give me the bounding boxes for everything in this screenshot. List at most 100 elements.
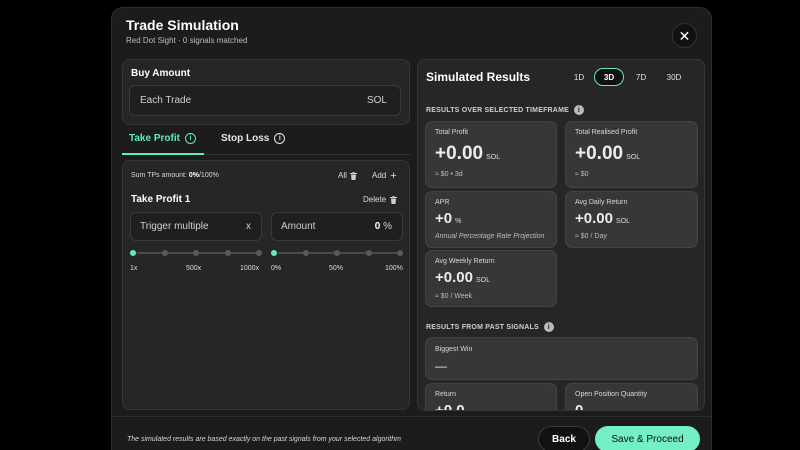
return-amount: +0.0	[435, 402, 465, 411]
avg-daily-sub: ≈ $0 / Day	[575, 233, 607, 240]
apr-tile: APR +0% Annual Percentage Rate Projectio…	[425, 191, 557, 248]
apr-unit: %	[455, 218, 462, 225]
timeframe-7d[interactable]: 7D	[626, 68, 656, 86]
total-realised-profit-tile: Total Realised Profit +0.00 SOL ≈ $0	[565, 121, 698, 188]
active-tab-indicator	[122, 153, 204, 155]
section-past-signals-label: RESULTS FROM PAST SIGNALS	[426, 323, 539, 331]
trigger-multiple-suffix: x	[246, 221, 251, 232]
avg-daily-amount: +0.00	[575, 210, 613, 227]
total-profit-amount: +0.00	[435, 143, 484, 164]
apr-label: APR	[435, 199, 450, 206]
tab-stop-loss-label: Stop Loss	[221, 133, 270, 144]
take-profit-1-title: Take Profit 1	[131, 194, 191, 205]
biggest-win-label: Biggest Win	[435, 346, 473, 353]
tab-stop-loss[interactable]: Stop Loss i	[221, 133, 286, 144]
slider-step	[397, 250, 403, 256]
avg-daily-value: +0.00 SOL	[575, 210, 630, 227]
amount-input[interactable]: Amount 0 %	[271, 212, 403, 241]
tab-take-profit-label: Take Profit	[129, 133, 180, 144]
apr-value: +0%	[435, 210, 461, 227]
return-unit: %	[468, 410, 474, 411]
avg-weekly-sub: ≈ $0 / Week	[435, 293, 473, 300]
total-realised-value: +0.00 SOL	[575, 143, 640, 165]
trigger-slider-label-mid: 500x	[186, 265, 202, 272]
add-label: Add	[372, 171, 387, 180]
info-icon[interactable]: i	[573, 105, 584, 115]
delete-all-button[interactable]: All	[338, 171, 357, 180]
total-realised-label: Total Realised Profit	[575, 129, 638, 136]
trigger-slider-label-min: 1x	[130, 265, 138, 272]
section-past-signals: RESULTS FROM PAST SIGNALS i	[426, 322, 554, 332]
trigger-multiple-placeholder: Trigger multiple	[140, 221, 209, 232]
amount-slider-label-min: 0%	[271, 265, 282, 272]
total-profit-value: +0.00 SOL	[435, 143, 500, 165]
back-button[interactable]: Back	[538, 426, 590, 450]
slider-step	[302, 250, 309, 256]
buy-amount-card: Buy Amount Each Trade SOL	[122, 59, 410, 125]
sum-tps-value: 0%	[188, 172, 199, 179]
biggest-win-tile: Biggest Win —	[425, 337, 698, 380]
return-value: +0.0%	[435, 402, 474, 411]
avg-weekly-label: Avg Weekly Return	[435, 258, 495, 265]
apr-amount: +0	[435, 210, 453, 227]
buy-amount-title: Buy Amount	[131, 68, 191, 79]
avg-weekly-return-tile: Avg Weekly Return +0.00 SOL ≈ $0 / Week	[425, 250, 557, 307]
avg-weekly-amount: +0.00	[435, 269, 473, 286]
add-take-profit-button[interactable]: Add +	[372, 170, 397, 181]
amount-placeholder: Amount	[281, 221, 316, 232]
info-icon[interactable]: i	[274, 133, 286, 144]
amount-suffix: %	[383, 221, 392, 232]
timeframe-30d[interactable]: 30D	[659, 68, 689, 86]
buy-amount-placeholder: Each Trade	[140, 95, 192, 106]
slider-handle[interactable]	[270, 249, 278, 257]
amount-slider-label-mid: 50%	[329, 265, 344, 272]
avg-weekly-value: +0.00 SOL	[435, 269, 490, 286]
tab-take-profit[interactable]: Take Profit i	[129, 133, 196, 144]
timeframe-1d[interactable]: 1D	[564, 68, 594, 86]
footer-divider	[112, 416, 711, 417]
timeframe-3d[interactable]: 3D	[594, 68, 624, 86]
avg-weekly-unit: SOL	[475, 277, 490, 284]
sum-tps-label: Sum TPs amount:	[131, 172, 187, 179]
close-icon: ✕	[678, 27, 691, 44]
sum-tps-amount: Sum TPs amount: 0%/100%	[131, 172, 219, 179]
all-label: All	[338, 171, 347, 180]
trade-simulation-modal: Trade Simulation Red Dot Sight · 0 signa…	[111, 7, 712, 450]
info-icon[interactable]: i	[184, 133, 196, 144]
amount-value: 0	[374, 221, 381, 232]
trigger-multiple-input[interactable]: Trigger multiple x	[130, 212, 262, 241]
open-position-tile: Open Position Quantity 0	[565, 383, 698, 410]
simulated-results-panel: Simulated Results 1D 3D 7D 30D RESULTS O…	[417, 59, 705, 411]
modal-title: Trade Simulation	[126, 17, 239, 33]
slider-step	[193, 250, 199, 256]
delete-take-profit-button[interactable]: Delete	[363, 195, 398, 204]
amount-slider[interactable]	[270, 248, 403, 260]
total-realised-unit: SOL	[626, 154, 641, 161]
take-profit-card: Sum TPs amount: 0%/100% All Add + Take P…	[122, 160, 410, 410]
section-timeframe-results: RESULTS OVER SELECTED TIMEFRAME i	[426, 105, 584, 115]
footer-note: The simulated results are based exactly …	[127, 436, 401, 443]
simulated-results-title: Simulated Results	[426, 70, 531, 84]
total-profit-sub: ≈ $0 • 3d	[435, 171, 463, 178]
save-and-proceed-button[interactable]: Save & Proceed	[595, 426, 700, 450]
biggest-win-value: —	[435, 359, 447, 373]
total-profit-tile: Total Profit +0.00 SOL ≈ $0 • 3d	[425, 121, 557, 188]
total-profit-label: Total Profit	[435, 129, 469, 136]
close-button[interactable]: ✕	[672, 23, 697, 48]
info-icon[interactable]: i	[543, 322, 554, 332]
slider-step	[334, 250, 340, 256]
slider-handle[interactable]	[129, 249, 137, 257]
total-profit-unit: SOL	[486, 154, 501, 161]
return-tile: Return +0.0%	[425, 383, 557, 411]
sum-tps-total: /100%	[198, 172, 219, 179]
trash-icon	[390, 195, 398, 204]
amount-slider-label-max: 100%	[385, 265, 403, 272]
total-realised-sub: ≈ $0	[575, 171, 589, 178]
buy-amount-input[interactable]: Each Trade SOL	[129, 85, 401, 116]
modal-subtitle: Red Dot Sight · 0 signals matched	[126, 36, 248, 45]
amount-value-group: 0 %	[375, 221, 392, 232]
section-timeframe-label: RESULTS OVER SELECTED TIMEFRAME	[426, 106, 569, 114]
trigger-multiple-slider[interactable]	[129, 248, 262, 260]
slider-step	[161, 250, 168, 256]
trash-icon	[349, 171, 357, 180]
